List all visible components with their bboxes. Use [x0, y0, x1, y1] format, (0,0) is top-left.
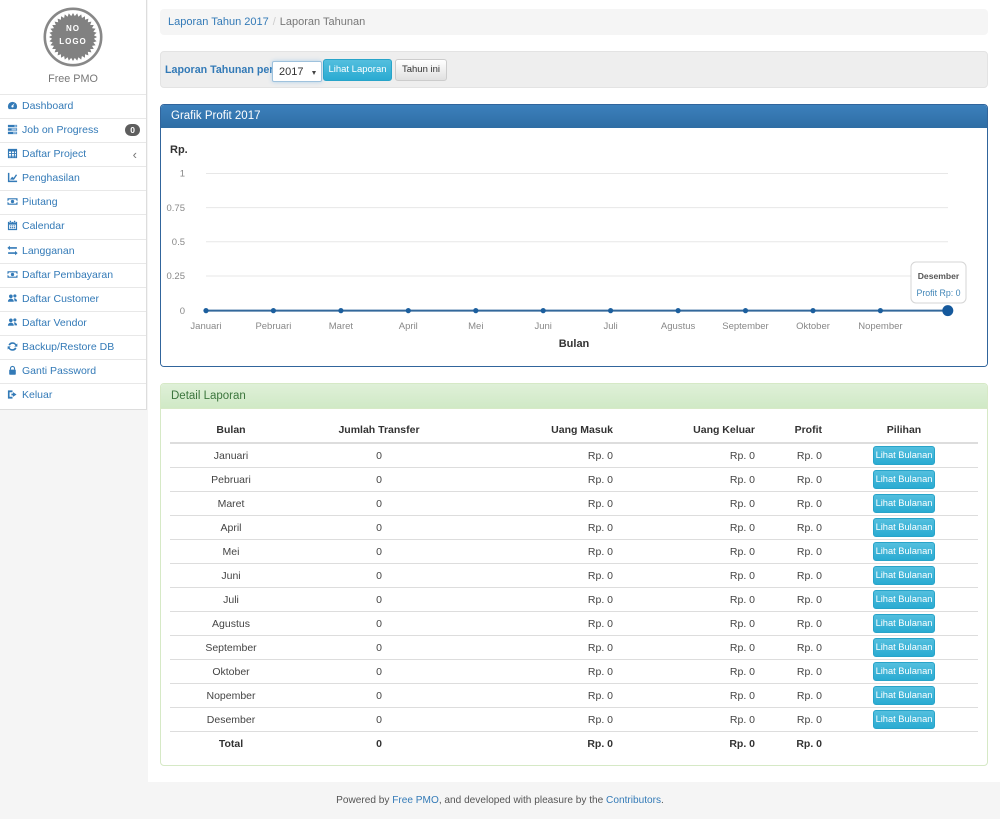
svg-text:Pebruari: Pebruari [255, 321, 291, 332]
svg-text:Maret: Maret [329, 321, 354, 332]
svg-text:0.75: 0.75 [167, 203, 186, 214]
svg-text:Agustus: Agustus [661, 321, 696, 332]
svg-text:Juli: Juli [603, 321, 617, 332]
svg-text:NO: NO [66, 24, 80, 33]
svg-text:LOGO: LOGO [59, 37, 87, 46]
svg-text:Oktober: Oktober [796, 321, 830, 332]
svg-text:Rp.: Rp. [170, 144, 188, 156]
svg-text:Mei: Mei [468, 321, 483, 332]
svg-text:1: 1 [180, 169, 185, 180]
svg-text:Desember: Desember [918, 271, 960, 281]
svg-text:0.25: 0.25 [167, 271, 186, 282]
svg-text:0.5: 0.5 [172, 237, 185, 248]
svg-text:Bulan: Bulan [559, 338, 590, 350]
svg-text:Nopember: Nopember [858, 321, 902, 332]
svg-text:Januari: Januari [190, 321, 221, 332]
svg-text:September: September [722, 321, 768, 332]
svg-text:Profit Rp: 0: Profit Rp: 0 [916, 288, 960, 298]
svg-text:April: April [399, 321, 418, 332]
svg-text:0: 0 [180, 306, 185, 317]
svg-text:Juni: Juni [534, 321, 551, 332]
